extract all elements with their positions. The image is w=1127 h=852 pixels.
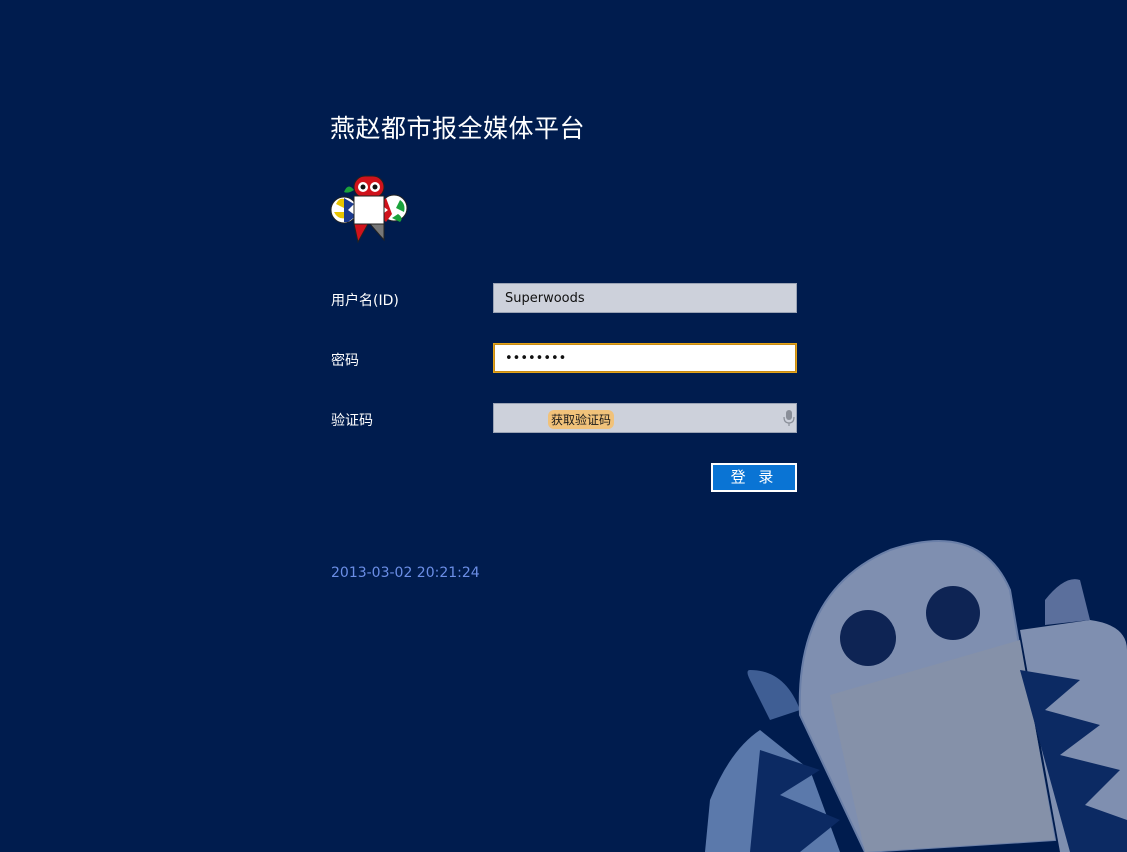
timestamp: 2013-03-02 20:21:24 (331, 565, 480, 581)
captcha-input[interactable] (493, 403, 797, 433)
page-title: 燕赵都市报全媒体平台 (330, 114, 586, 143)
owl-mascot-icon (705, 540, 1127, 852)
password-label: 密码 (331, 353, 359, 369)
microphone-icon[interactable] (783, 409, 795, 427)
username-input[interactable] (493, 283, 797, 313)
captcha-label: 验证码 (331, 413, 373, 429)
owl-logo-icon (330, 175, 408, 244)
password-input[interactable] (493, 343, 797, 373)
get-captcha-link[interactable]: 获取验证码 (548, 410, 615, 429)
login-page: 燕赵都市报全媒体平台 用户名(ID) 密码 验证码 获取验证码 (0, 0, 1127, 852)
login-button[interactable]: 登 录 (711, 463, 797, 492)
username-label: 用户名(ID) (331, 293, 399, 309)
